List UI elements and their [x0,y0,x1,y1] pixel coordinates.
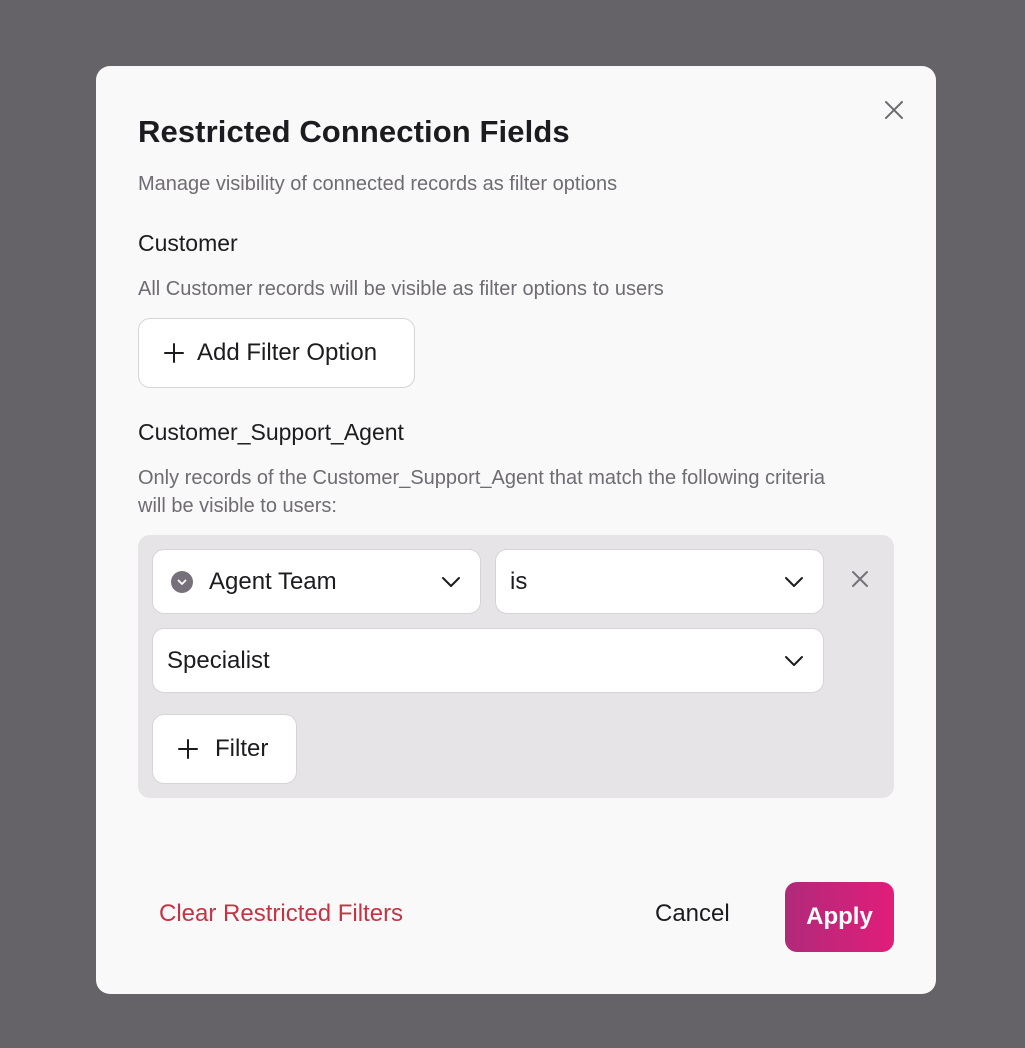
chevron-down-icon [785,577,803,587]
customer-section-description: All Customer records will be visible as … [138,278,664,300]
clear-restricted-filters-button[interactable]: Clear Restricted Filters [159,900,403,928]
field-type-icon [171,570,193,593]
support-agent-section-description: Only records of the Customer_Support_Age… [138,467,826,517]
filter-value-select[interactable]: Specialist [152,628,824,693]
chevron-down-icon [785,656,803,666]
plus-icon [163,342,185,364]
filter-field-select[interactable]: Agent Team [152,549,481,614]
close-button[interactable] [880,96,908,124]
apply-button[interactable]: Apply [785,882,894,952]
filter-value: Specialist [167,646,270,674]
customer-section-title: Customer [138,230,238,256]
dialog-subtitle: Manage visibility of connected records a… [138,173,618,195]
cancel-button[interactable]: Cancel [655,900,730,928]
filter-field-value: Agent Team [209,567,337,595]
dialog-title: Restricted Connection Fields [138,114,570,149]
close-icon [885,101,903,119]
add-filter-label: Filter [215,735,269,762]
add-filter-option-label: Add Filter Option [197,339,378,366]
add-filter-button[interactable]: Filter [152,714,297,784]
filter-criteria-panel: Agent Team is Specialist Filter [138,535,894,798]
chevron-down-icon [442,577,460,587]
support-agent-section-title: Customer_Support_Agent [138,419,404,445]
add-filter-option-button[interactable]: Add Filter Option [138,318,415,388]
remove-filter-icon [852,571,868,587]
filter-operator-value: is [510,567,528,595]
filter-operator-select[interactable]: is [495,549,824,614]
remove-filter-button[interactable] [846,565,874,593]
plus-icon [177,738,199,760]
restricted-fields-dialog: Restricted Connection Fields Manage visi… [96,66,936,994]
